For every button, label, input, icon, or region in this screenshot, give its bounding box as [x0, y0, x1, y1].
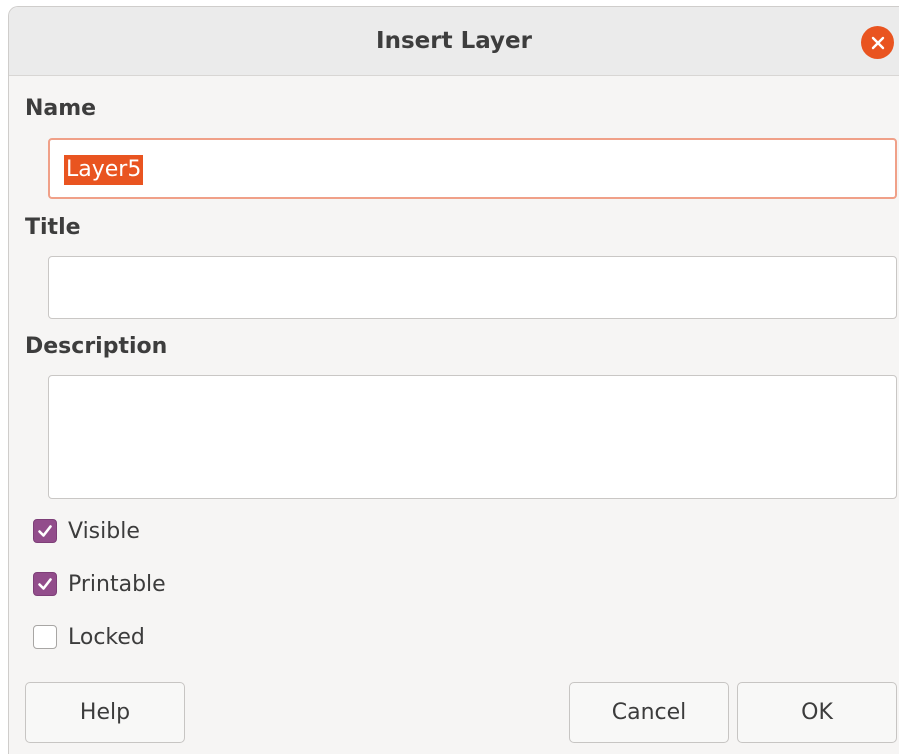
visible-checkbox[interactable]: [33, 519, 57, 543]
printable-label: Printable: [68, 571, 166, 597]
title-bar: Insert Layer: [9, 7, 899, 76]
ok-button[interactable]: OK: [737, 682, 897, 743]
name-field-selected-text: Layer5: [64, 155, 144, 185]
visible-option[interactable]: Visible: [33, 514, 140, 548]
help-button[interactable]: Help: [25, 682, 185, 743]
description-field[interactable]: [48, 375, 897, 499]
printable-checkbox[interactable]: [33, 572, 57, 596]
visible-label: Visible: [68, 518, 140, 544]
checkmark-icon: [38, 525, 52, 537]
title-input[interactable]: [49, 257, 896, 318]
locked-option[interactable]: Locked: [33, 620, 145, 654]
title-label: Title: [25, 215, 81, 240]
name-field[interactable]: Layer5: [48, 138, 897, 199]
checkmark-icon: [38, 578, 52, 590]
close-icon: [871, 36, 884, 49]
locked-label: Locked: [68, 624, 145, 650]
close-button[interactable]: [861, 26, 894, 59]
dialog-title: Insert Layer: [376, 28, 532, 54]
name-label: Name: [25, 96, 97, 121]
insert-layer-dialog: Insert Layer Name Layer5 Title Descripti…: [8, 6, 899, 754]
description-label: Description: [25, 334, 168, 359]
title-field-box[interactable]: [48, 256, 897, 319]
printable-option[interactable]: Printable: [33, 567, 166, 601]
locked-checkbox[interactable]: [33, 625, 57, 649]
cancel-button[interactable]: Cancel: [569, 682, 729, 743]
